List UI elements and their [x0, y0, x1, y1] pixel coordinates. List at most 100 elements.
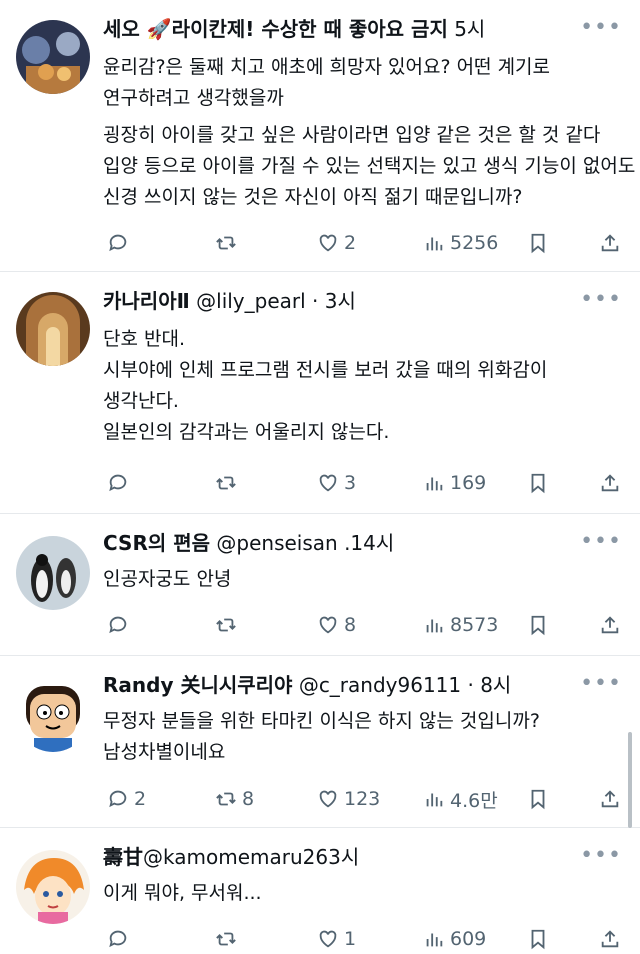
- repost-arrows-icon: [216, 476, 236, 490]
- like-button[interactable]: 2: [317, 228, 356, 258]
- avatar[interactable]: [16, 678, 90, 752]
- reply-button[interactable]: [107, 468, 134, 498]
- post[interactable]: CSR의 편음 @penseisan .14시 ••• 인공자궁도 안녕 8 8…: [0, 514, 640, 656]
- user-handle[interactable]: @penseisan: [216, 531, 337, 555]
- avatar[interactable]: [16, 292, 90, 366]
- repost-count: 8: [242, 788, 255, 810]
- user-handle[interactable]: @kamomemaru263: [143, 845, 341, 869]
- repost-button[interactable]: 8: [215, 784, 254, 814]
- display-name[interactable]: 카나리아Ⅱ: [103, 289, 190, 313]
- like-button[interactable]: 8: [317, 610, 356, 640]
- post-line: 일본인의 감각과는 어울리지 않는다.: [103, 421, 390, 443]
- repost-button[interactable]: [215, 228, 242, 258]
- post[interactable]: Randy 关니시쿠리야 @c_randy96111 · 8시 ••• 무정자 …: [0, 656, 640, 828]
- views-button[interactable]: 609: [423, 924, 486, 954]
- action-bar: 8 8573: [103, 610, 626, 640]
- user-handle[interactable]: @lily_pearl: [196, 289, 306, 313]
- display-name[interactable]: Randy 关니시쿠리야: [103, 673, 292, 697]
- post-line: 인공자궁도 안녕: [103, 568, 232, 590]
- post-time[interactable]: · 3시: [312, 289, 356, 313]
- repost-arrows-icon: [216, 618, 236, 632]
- action-bar: 2 5256: [103, 228, 626, 258]
- repost-button[interactable]: [215, 468, 242, 498]
- reply-button[interactable]: 2: [107, 784, 146, 814]
- speech-bubble-icon: [109, 930, 127, 948]
- heart-icon: [319, 234, 337, 252]
- post-time[interactable]: .14시: [344, 531, 394, 555]
- avatar[interactable]: [16, 536, 90, 610]
- display-name[interactable]: 세오 🚀라이칸제! 수상한 때 좋아요 금지: [103, 17, 448, 41]
- share-button[interactable]: [599, 228, 621, 258]
- more-dots-icon[interactable]: •••: [580, 531, 622, 553]
- repost-button[interactable]: [215, 924, 242, 954]
- more-dots-icon[interactable]: •••: [580, 17, 622, 39]
- post-line: 남성차별이네요: [103, 741, 226, 763]
- post-time[interactable]: · 8시: [467, 673, 511, 697]
- like-button[interactable]: 3: [317, 468, 356, 498]
- avatar[interactable]: [16, 20, 90, 94]
- share-button[interactable]: [599, 924, 621, 954]
- share-button[interactable]: [599, 784, 621, 814]
- post-line: 무정자 분들을 위한 타마킨 이식은 하지 않는 것입니까?: [103, 710, 540, 732]
- like-button[interactable]: 1: [317, 924, 356, 954]
- view-count: 169: [450, 472, 487, 494]
- post-line: 생각난다.: [103, 390, 179, 412]
- post-time[interactable]: 시: [341, 845, 359, 869]
- bookmark-button[interactable]: [527, 924, 549, 954]
- more-dots-icon[interactable]: •••: [580, 673, 622, 695]
- repost-arrows-icon: [216, 236, 236, 250]
- display-name[interactable]: CSR의 편음: [103, 531, 210, 555]
- views-button[interactable]: 4.6만: [423, 784, 498, 814]
- speech-bubble-icon: [109, 234, 127, 252]
- bookmark-button[interactable]: [527, 228, 549, 258]
- reply-button[interactable]: [107, 610, 134, 640]
- user-handle[interactable]: @c_randy96111: [299, 673, 461, 697]
- post[interactable]: 카나리아Ⅱ @lily_pearl · 3시 ••• 단호 반대. 시부야에 인…: [0, 272, 640, 514]
- bar-chart-icon: [426, 477, 443, 491]
- heart-icon: [319, 616, 337, 634]
- share-button[interactable]: [599, 468, 621, 498]
- post[interactable]: 세오 🚀라이칸제! 수상한 때 좋아요 금지 5시 ••• 윤리감?은 둘째 치…: [0, 0, 640, 272]
- like-button[interactable]: 123: [317, 784, 380, 814]
- action-bar: 1 609: [103, 924, 626, 954]
- post-text: 단호 반대. 시부야에 인체 프로그램 전시를 보러 갔을 때의 위화감이 생각…: [103, 324, 620, 448]
- share-button[interactable]: [599, 610, 621, 640]
- post-header: Randy 关니시쿠리야 @c_randy96111 · 8시: [103, 668, 590, 702]
- views-button[interactable]: 169: [423, 468, 486, 498]
- like-count: 2: [344, 232, 357, 254]
- post-line: 굉장히 아이를 갖고 싶은 사람이라면 입양 같은 것은 할 것 같다: [103, 124, 601, 146]
- views-button[interactable]: 5256: [423, 228, 498, 258]
- post-text: 인공자궁도 안녕: [103, 564, 620, 595]
- bookmark-icon: [531, 789, 545, 810]
- heart-icon: [319, 790, 337, 808]
- post-text: 윤리감?은 둘째 치고 애초에 희망자 있어요? 어떤 계기로 연구하려고 생각…: [103, 52, 635, 213]
- post-time[interactable]: 5시: [454, 17, 485, 41]
- bookmark-button[interactable]: [527, 610, 549, 640]
- like-count: 3: [344, 472, 357, 494]
- more-dots-icon[interactable]: •••: [580, 845, 622, 867]
- view-count: 609: [450, 928, 487, 950]
- post[interactable]: 壽甘@kamomemaru263시 ••• 이게 뭐야, 무서워... 1 60…: [0, 828, 640, 954]
- avatar-image: [16, 292, 90, 366]
- view-count: 8573: [450, 614, 499, 636]
- avatar[interactable]: [16, 850, 90, 924]
- bookmark-icon: [531, 615, 545, 636]
- bookmark-icon: [531, 929, 545, 950]
- more-dots-icon[interactable]: •••: [580, 289, 622, 311]
- reply-button[interactable]: [107, 924, 134, 954]
- avatar-image: [16, 678, 90, 752]
- bookmark-icon: [531, 233, 545, 254]
- heart-icon: [319, 474, 337, 492]
- views-button[interactable]: 8573: [423, 610, 498, 640]
- post-header: 壽甘@kamomemaru263시: [103, 840, 590, 874]
- repost-button[interactable]: [215, 610, 242, 640]
- avatar-image: [16, 536, 90, 610]
- bookmark-button[interactable]: [527, 784, 549, 814]
- scrollbar[interactable]: [628, 732, 632, 828]
- speech-bubble-icon: [109, 616, 127, 634]
- display-name[interactable]: 壽甘: [103, 845, 143, 869]
- reply-button[interactable]: [107, 228, 134, 258]
- bookmark-button[interactable]: [527, 468, 549, 498]
- view-count: 4.6만: [450, 789, 498, 812]
- speech-bubble-icon: [109, 790, 127, 808]
